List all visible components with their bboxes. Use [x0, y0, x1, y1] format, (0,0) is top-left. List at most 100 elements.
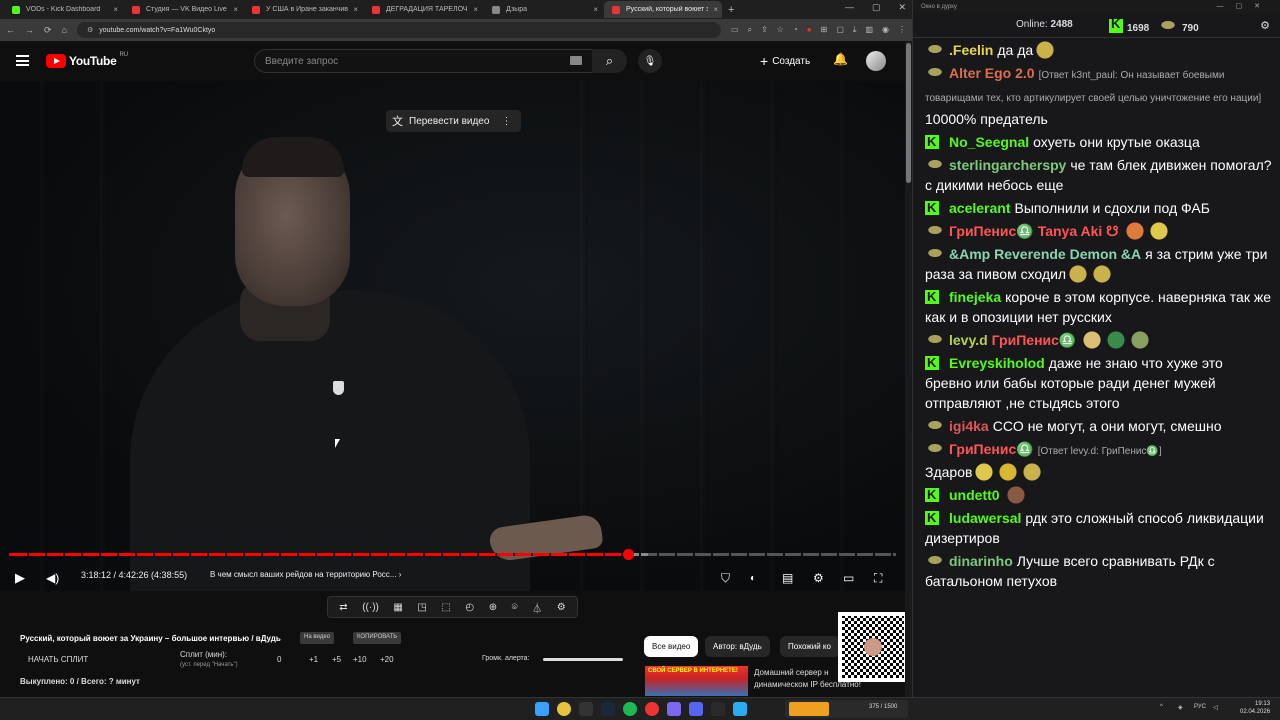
- network-icon[interactable]: ◈: [1178, 704, 1183, 711]
- back-icon[interactable]: ←: [6, 25, 15, 35]
- adblock-shield-icon[interactable]: ⛉: [721, 571, 730, 586]
- menu-dots-icon[interactable]: ⋮: [898, 25, 906, 35]
- on-video-button[interactable]: На видео: [300, 632, 335, 644]
- share-icon[interactable]: ⇪: [761, 25, 768, 35]
- cast-icon[interactable]: ▭: [731, 25, 739, 35]
- split-option-button[interactable]: +1: [309, 655, 318, 664]
- profile-icon[interactable]: ◉: [882, 25, 889, 35]
- chat-username[interactable]: acelerant: [949, 200, 1010, 216]
- volume-icon[interactable]: ◀): [46, 571, 59, 585]
- start-windows-icon[interactable]: [535, 702, 549, 716]
- sidebar-icon[interactable]: ▥: [865, 25, 873, 35]
- obs-icon[interactable]: [579, 702, 593, 716]
- chat-username[interactable]: undett0: [949, 487, 1000, 503]
- clip-icon[interactable]: ▦: [393, 602, 402, 613]
- youtube-logo[interactable]: YouTube RU: [46, 52, 128, 68]
- video-player[interactable]: 文 Перевести видео ⋮ ▶ ◀) ⛉ ◐ ▤ ⚙ ▭ ⛶ 3:1…: [0, 81, 905, 591]
- chip-all-videos[interactable]: Все видео: [644, 636, 699, 657]
- split-option-button[interactable]: +20: [380, 655, 394, 664]
- zoom-icon[interactable]: ⌕: [748, 25, 752, 35]
- close-tab-icon[interactable]: ×: [113, 5, 118, 14]
- discord-icon[interactable]: [689, 702, 703, 716]
- new-tab-icon[interactable]: +: [728, 4, 734, 16]
- maximize-icon[interactable]: ▢: [872, 2, 881, 13]
- search-input[interactable]: Введите запрос: [254, 49, 594, 73]
- clock[interactable]: 19:13 02.04.2026: [1240, 700, 1270, 716]
- frame-icon[interactable]: ⬚: [441, 602, 450, 613]
- extension-icon[interactable]: ◔: [793, 25, 798, 35]
- more-options-icon[interactable]: ⋮: [501, 116, 511, 127]
- stream-widget[interactable]: 375 / 1500: [785, 700, 908, 718]
- chat-username[interactable]: dinarinho: [949, 553, 1013, 569]
- extension-icon[interactable]: ⊞: [821, 25, 828, 35]
- browser-tab[interactable]: У США в Иране заканчиваются ×: [244, 1, 362, 18]
- chrome-icon[interactable]: [557, 702, 571, 716]
- browser-tab[interactable]: Дзыра ×: [484, 1, 602, 18]
- close-tab-icon[interactable]: ×: [233, 5, 238, 14]
- split-option-button[interactable]: 0: [277, 655, 281, 664]
- split-option-button[interactable]: +5: [332, 655, 341, 664]
- start-split-button[interactable]: НАЧАТЬ СПЛИТ: [28, 655, 88, 664]
- filter-icon[interactable]: ⏃: [532, 600, 542, 615]
- voice-search-button[interactable]: 🎙: [638, 49, 662, 73]
- chapter-title[interactable]: В чем смысл ваших рейдов на территорию Р…: [210, 570, 401, 579]
- close-icon[interactable]: ✕: [898, 2, 906, 13]
- close-tab-icon[interactable]: ×: [713, 5, 718, 14]
- extension-icon[interactable]: ●: [807, 25, 812, 35]
- scrollbar-thumb[interactable]: [906, 43, 911, 183]
- steam-icon[interactable]: [601, 702, 615, 716]
- reload-icon[interactable]: ⟳: [44, 25, 52, 36]
- chat-settings-icon[interactable]: ⚙: [1260, 19, 1270, 32]
- app-icon[interactable]: [711, 702, 725, 716]
- close-tab-icon[interactable]: ×: [593, 5, 598, 14]
- chat-username[interactable]: ГриПенис♎: [949, 223, 1034, 239]
- notifications-bell-icon[interactable]: 🔔: [833, 52, 848, 66]
- translate-video-button[interactable]: 文 Перевести видео ⋮: [386, 110, 521, 132]
- download-icon[interactable]: ⤓: [853, 25, 857, 35]
- browser-tab[interactable]: Студия — VK Видео Live ×: [124, 1, 242, 18]
- window-controls[interactable]: — ▢ ✕: [845, 2, 906, 13]
- subtitles-icon[interactable]: ▤: [782, 571, 793, 585]
- autoplay-toggle-icon[interactable]: ◐: [750, 573, 756, 584]
- settings-gear-icon[interactable]: ⚙: [813, 571, 824, 585]
- chat-username[interactable]: Evreyskiholod: [949, 355, 1045, 371]
- keyboard-icon[interactable]: [570, 56, 582, 65]
- page-scrollbar[interactable]: [905, 41, 912, 697]
- audio-icon[interactable]: ((·)): [362, 602, 379, 613]
- speaker-icon[interactable]: ◁: [1213, 704, 1218, 711]
- progress-bar[interactable]: [9, 549, 896, 560]
- chip-author[interactable]: Автор: вДудь: [705, 636, 770, 657]
- minimize-icon[interactable]: —: [845, 2, 854, 13]
- bookmark-star-icon[interactable]: ☆: [777, 25, 784, 35]
- alert-volume-slider[interactable]: [543, 658, 623, 661]
- toolbar-settings-icon[interactable]: ⚙: [557, 602, 566, 613]
- screenshot-camera-icon[interactable]: ⌾: [512, 602, 518, 613]
- create-button[interactable]: + Создать: [760, 53, 810, 69]
- app-icon[interactable]: [645, 702, 659, 716]
- chat-username[interactable]: Alter Ego 2.0: [949, 65, 1035, 81]
- telegram-icon[interactable]: [733, 702, 747, 716]
- forward-icon[interactable]: →: [25, 25, 34, 35]
- chat-username[interactable]: &Amp Reverende Demon &A: [949, 246, 1141, 262]
- speed-icon[interactable]: ◴: [465, 602, 474, 613]
- close-tab-icon[interactable]: ×: [353, 5, 358, 14]
- chat-username[interactable]: finejeka: [949, 289, 1001, 305]
- add-screen-icon[interactable]: ⊕: [489, 602, 497, 613]
- language-indicator[interactable]: РУС: [1194, 704, 1206, 710]
- fullscreen-icon[interactable]: ⛶: [874, 571, 882, 586]
- chat-username[interactable]: sterlingarchersру: [949, 157, 1066, 173]
- split-option-button[interactable]: +10: [353, 655, 367, 664]
- extension-icon[interactable]: ▢: [836, 25, 844, 35]
- site-info-icon[interactable]: ⚙: [87, 26, 93, 34]
- chip-similar[interactable]: Похожий ко: [780, 636, 840, 657]
- browser-tab[interactable]: VODs - Kick Dashboard ×: [4, 1, 122, 18]
- hamburger-menu-icon[interactable]: [16, 55, 29, 66]
- app-icon[interactable]: [667, 702, 681, 716]
- chat-username[interactable]: levy.d: [949, 332, 988, 348]
- home-icon[interactable]: ⌂: [62, 25, 67, 35]
- user-avatar[interactable]: [866, 51, 886, 71]
- search-button[interactable]: ⌕: [592, 49, 627, 73]
- tray-chevron-icon[interactable]: ^: [1160, 704, 1163, 710]
- chat-username[interactable]: .Feelin: [949, 42, 993, 58]
- ad-thumbnail[interactable]: СВОЙ СЕРВЕР В ИНТЕРНЕТЕ!: [645, 666, 748, 696]
